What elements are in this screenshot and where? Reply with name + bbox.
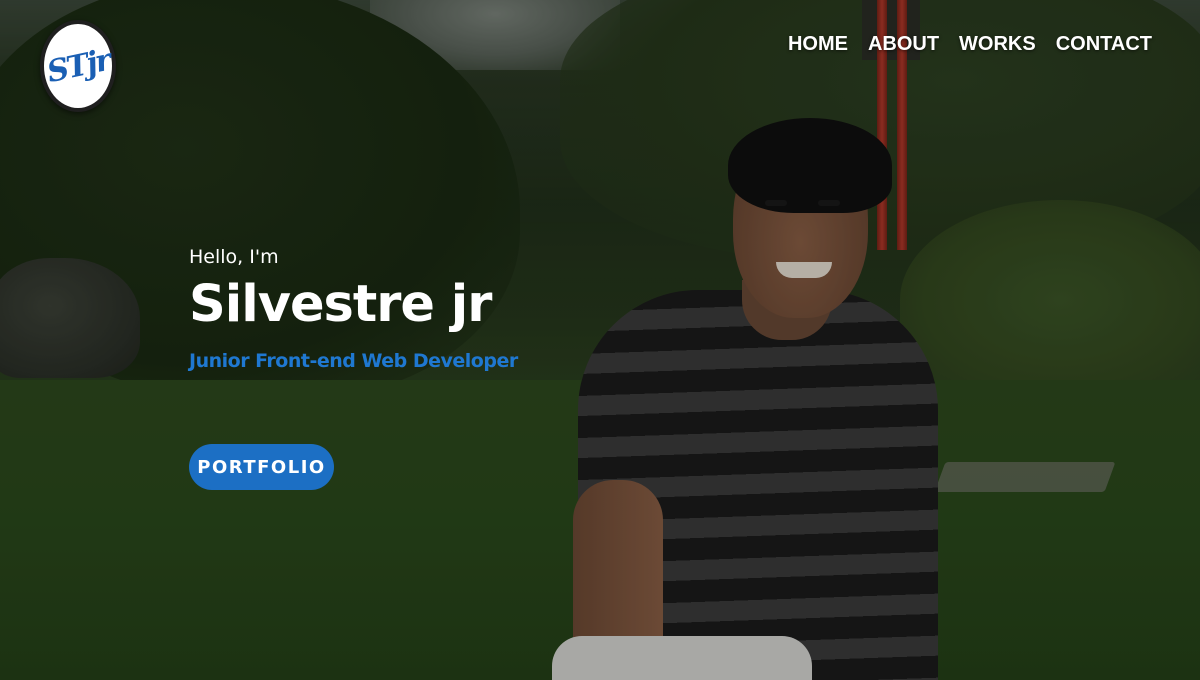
portfolio-button[interactable]: PORTFOLIO xyxy=(189,444,334,490)
hero-intro: Hello, I'm Silvestre jr Junior Front-end… xyxy=(189,246,518,372)
photo-overlay xyxy=(0,0,1200,680)
main-nav: HOME ABOUT WORKS CONTACT xyxy=(788,30,1152,58)
site-logo[interactable]: STjr xyxy=(40,20,116,112)
nav-about-link[interactable]: ABOUT xyxy=(868,30,939,58)
logo-monogram: STjr xyxy=(43,42,113,90)
nav-contact-link[interactable]: CONTACT xyxy=(1056,30,1152,58)
hero-name: Silvestre jr xyxy=(189,275,492,334)
greeting-text: Hello, I'm xyxy=(189,246,279,268)
hero-role: Junior Front-end Web Developer xyxy=(189,350,518,372)
hero-background-photo xyxy=(0,0,1200,680)
nav-home-link[interactable]: HOME xyxy=(788,30,848,58)
nav-works-link[interactable]: WORKS xyxy=(959,30,1036,58)
